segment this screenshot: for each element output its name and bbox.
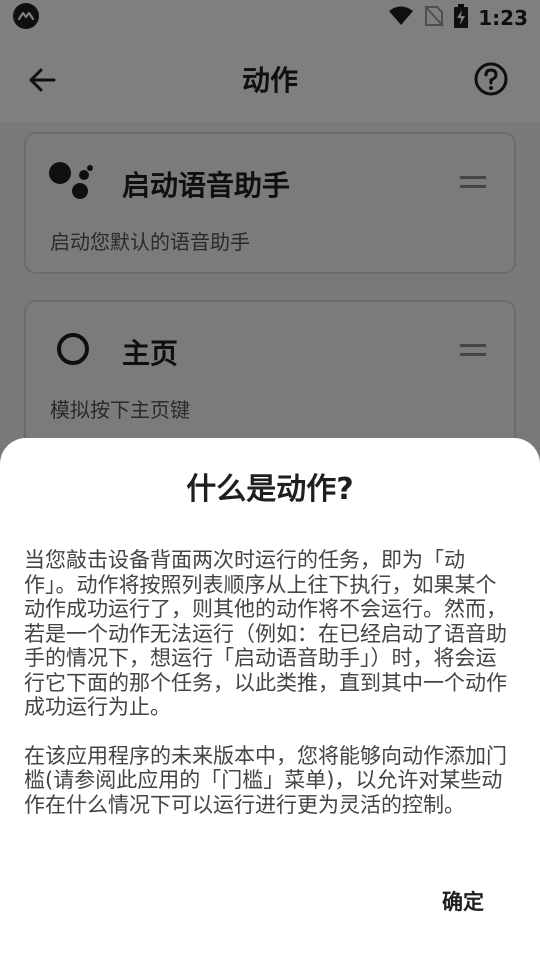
dialog-body: 当您敲击设备背面两次时运行的任务，即为「动作」。动作将按照列表顺序从上往下执行，… — [24, 548, 514, 841]
dialog-paragraph: 在该应用程序的未来版本中，您将能够向动作添加门槛(请参阅此应用的「门槛」菜单)，… — [24, 743, 507, 817]
confirm-button[interactable]: 确定 — [442, 886, 484, 916]
dialog-title: 什么是动作? — [186, 472, 354, 507]
dialog-paragraph: 当您敲击设备背面两次时运行的任务，即为「动作」。动作将按照列表顺序从上往下执行，… — [24, 548, 507, 719]
info-dialog: 什么是动作? 当您敲击设备背面两次时运行的任务，即为「动作」。动作将按照列表顺序… — [0, 438, 540, 960]
